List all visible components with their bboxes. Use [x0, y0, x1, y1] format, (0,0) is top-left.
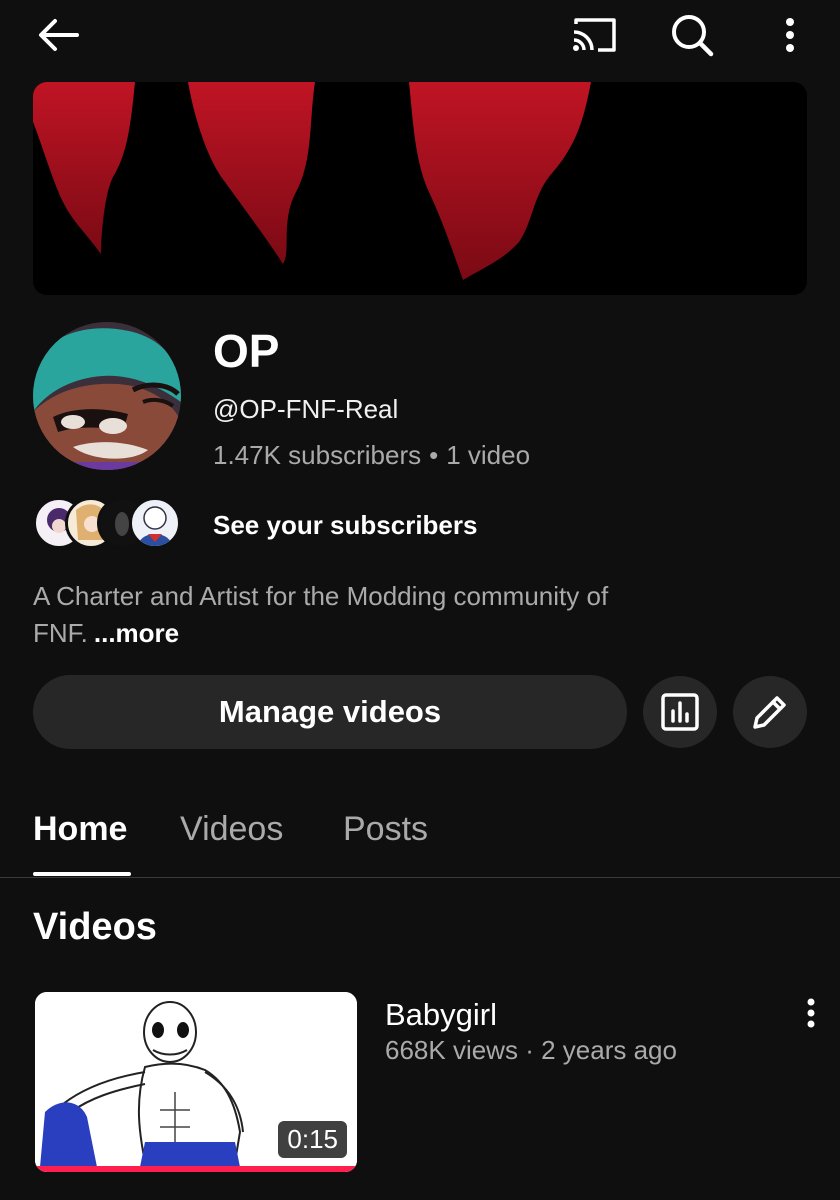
edit-channel-button[interactable] — [733, 676, 807, 748]
channel-banner — [33, 82, 807, 295]
banner-art — [33, 82, 807, 295]
video-meta: 668K views · 2 years ago — [385, 1035, 677, 1066]
manage-videos-button[interactable]: Manage videos — [33, 675, 627, 749]
video-age: 2 years ago — [541, 1035, 677, 1065]
watch-progress-bar — [35, 1166, 357, 1172]
description-more-link[interactable]: ...more — [94, 618, 179, 648]
more-vert-icon — [807, 998, 815, 1028]
arrow-left-icon — [39, 19, 79, 51]
video-options-button[interactable] — [798, 994, 824, 1032]
cast-button[interactable] — [566, 12, 622, 58]
video-views: 668K views — [385, 1035, 518, 1065]
channel-description[interactable]: A Charter and Artist for the Modding com… — [33, 578, 733, 652]
stats-separator: • — [429, 440, 439, 470]
video-meta-separator: · — [525, 1035, 534, 1065]
back-button[interactable] — [30, 12, 86, 58]
video-duration: 0:15 — [278, 1121, 347, 1158]
channel-stats: 1.47K subscribers • 1 video — [213, 440, 530, 471]
analytics-icon — [661, 693, 699, 731]
more-vert-icon — [786, 18, 794, 52]
tab-posts[interactable]: Posts — [343, 810, 428, 849]
channel-name: OP — [213, 325, 280, 377]
video-title[interactable]: Babygirl — [385, 997, 497, 1033]
more-options-button[interactable] — [770, 10, 810, 60]
video-thumbnail[interactable]: 0:15 — [35, 992, 357, 1172]
pencil-icon — [753, 696, 786, 729]
cast-icon — [573, 18, 616, 52]
search-button[interactable] — [664, 10, 720, 60]
tab-videos[interactable]: Videos — [180, 810, 283, 849]
video-count: 1 video — [446, 440, 531, 470]
see-subscribers-link[interactable]: See your subscribers — [213, 510, 477, 541]
section-title: Videos — [33, 906, 157, 948]
subscriber-avatar — [129, 497, 181, 549]
tab-home[interactable]: Home — [33, 810, 127, 849]
top-app-bar — [0, 0, 840, 70]
subscriber-avatars[interactable] — [33, 496, 181, 550]
avatar-art — [33, 322, 181, 470]
analytics-button[interactable] — [643, 676, 717, 748]
search-icon — [672, 15, 714, 57]
channel-handle: @OP-FNF-Real — [213, 394, 399, 424]
active-tab-indicator — [33, 872, 131, 876]
channel-tabs: Home Videos Posts — [0, 800, 840, 878]
subscriber-count: 1.47K subscribers — [213, 440, 422, 470]
channel-avatar[interactable] — [33, 322, 181, 470]
